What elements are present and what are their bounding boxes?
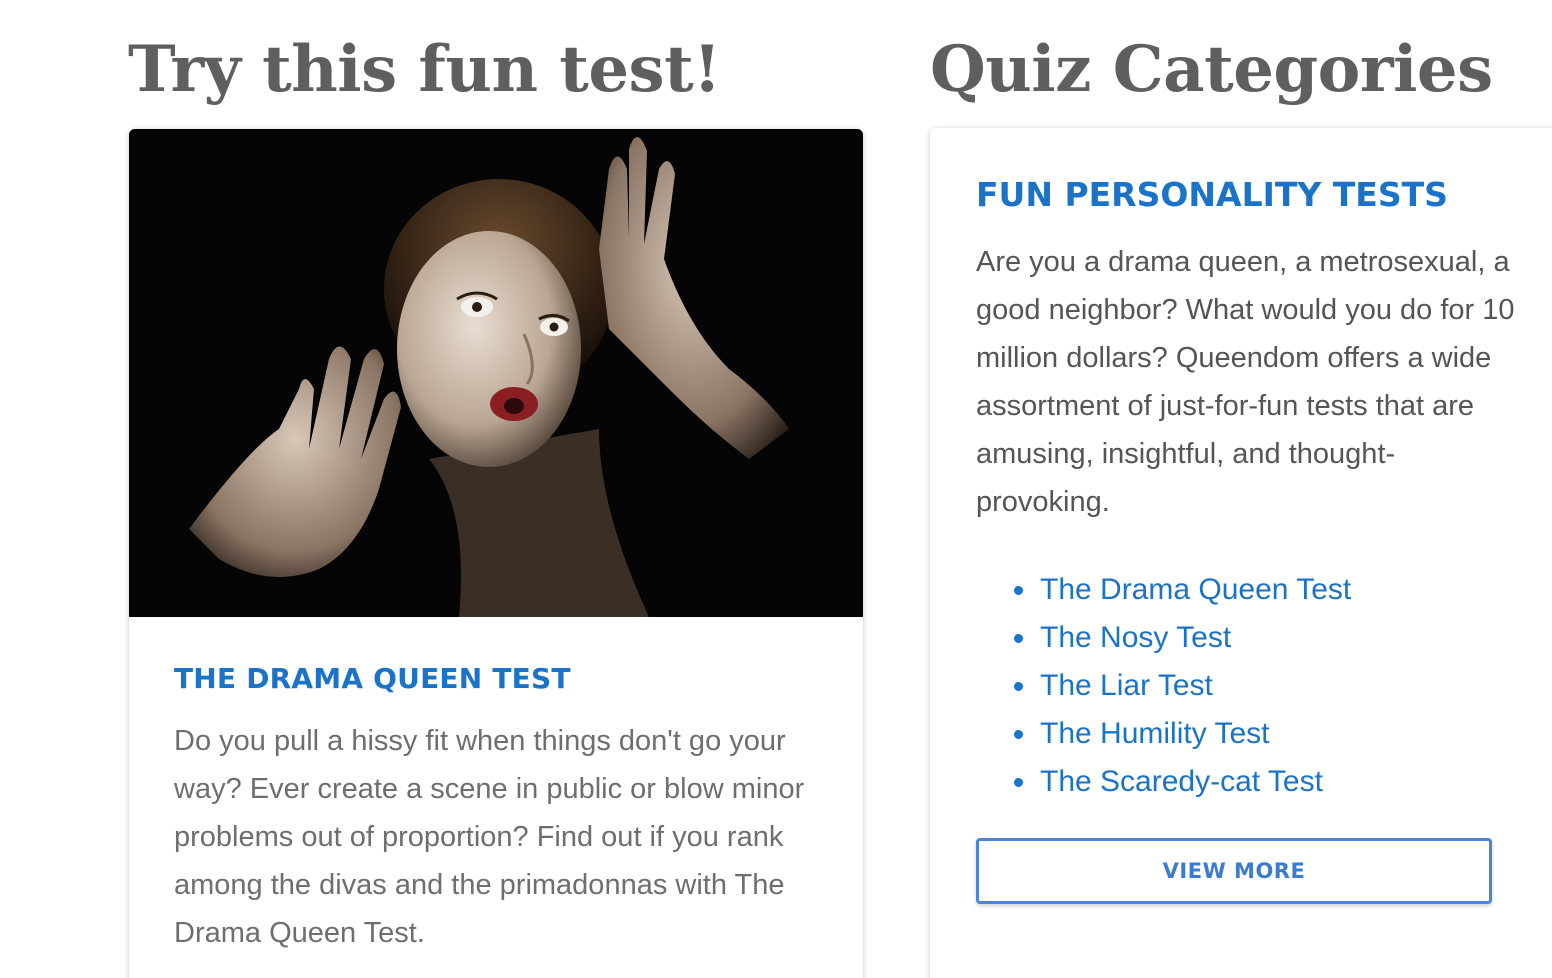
list-item: The Humility Test bbox=[1014, 710, 1516, 758]
list-item: The Liar Test bbox=[1014, 662, 1516, 710]
view-more-button[interactable]: VIEW MORE bbox=[976, 838, 1492, 904]
category-content: FUN PERSONALITY TESTS Are you a drama qu… bbox=[976, 172, 1516, 806]
list-item: The Nosy Test bbox=[1014, 614, 1516, 662]
category-card: FUN PERSONALITY TESTS Are you a drama qu… bbox=[930, 128, 1552, 978]
list-item: The Scaredy-cat Test bbox=[1014, 758, 1516, 806]
test-link-drama-queen[interactable]: The Drama Queen Test bbox=[1040, 573, 1351, 606]
bullet-icon bbox=[1014, 634, 1023, 643]
featured-test-body: THE DRAMA QUEEN TEST Do you pull a hissy… bbox=[129, 617, 863, 957]
test-link-humility[interactable]: The Humility Test bbox=[1040, 717, 1270, 750]
categories-heading: Quiz Categories bbox=[930, 32, 1493, 107]
test-link-nosy[interactable]: The Nosy Test bbox=[1040, 621, 1231, 654]
bullet-icon bbox=[1014, 730, 1023, 739]
featured-test-card[interactable]: THE DRAMA QUEEN TEST Do you pull a hissy… bbox=[129, 129, 863, 978]
category-test-list: The Drama Queen Test The Nosy Test The L… bbox=[976, 566, 1516, 806]
test-link-liar[interactable]: The Liar Test bbox=[1040, 669, 1213, 702]
bullet-icon bbox=[1014, 682, 1023, 691]
test-link-scaredy-cat[interactable]: The Scaredy-cat Test bbox=[1040, 765, 1323, 798]
featured-heading: Try this fun test! bbox=[128, 32, 721, 107]
featured-test-title[interactable]: THE DRAMA QUEEN TEST bbox=[174, 659, 818, 699]
category-description: Are you a drama queen, a metrosexual, a … bbox=[976, 246, 1515, 518]
category-title[interactable]: FUN PERSONALITY TESTS bbox=[976, 172, 1516, 218]
list-item: The Drama Queen Test bbox=[1014, 566, 1516, 614]
bullet-icon bbox=[1014, 778, 1023, 787]
drama-queen-photo bbox=[129, 129, 863, 617]
featured-test-image[interactable] bbox=[129, 129, 863, 617]
bullet-icon bbox=[1014, 586, 1023, 595]
featured-test-description: Do you pull a hissy fit when things don'… bbox=[174, 725, 805, 949]
